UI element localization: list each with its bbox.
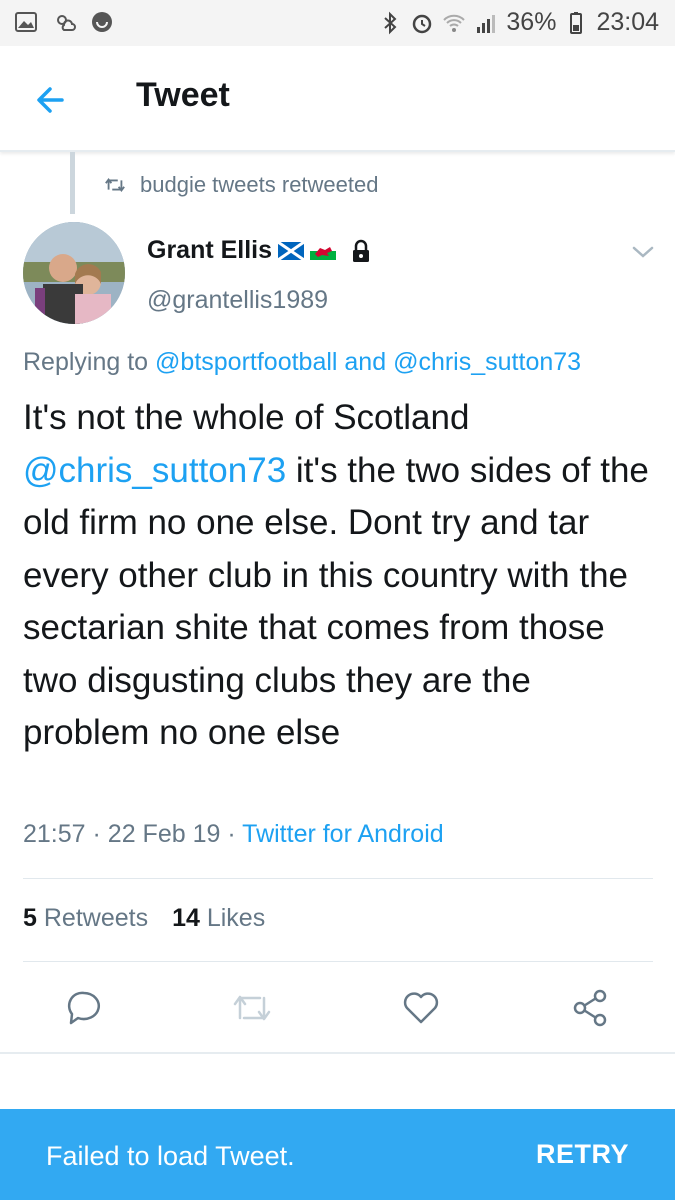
lock-icon [353, 239, 370, 262]
meta-separator: · [227, 820, 236, 848]
reply-mention-link[interactable]: @chris_sutton73 [393, 348, 581, 376]
retweet-small-icon [105, 177, 125, 193]
status-bar-right: 36% 23:04 [378, 8, 659, 37]
share-button[interactable] [560, 978, 620, 1038]
signal-icon [477, 14, 496, 33]
tweet-source-link[interactable]: Twitter for Android [242, 820, 443, 848]
divider [0, 1052, 675, 1054]
divider [23, 961, 653, 962]
retweet-context[interactable]: budgie tweets retweeted [104, 172, 379, 198]
retweets-stat[interactable]: 5 Retweets [23, 904, 148, 933]
tweet-meta: 21:57 · 22 Feb 19 · Twitter for Android [23, 820, 444, 849]
wales-flag-icon [310, 241, 337, 260]
reply-button[interactable] [54, 978, 114, 1038]
tweet-text-part: it's the two sides of the old firm no on… [23, 450, 649, 753]
author-name-row: Grant Ellis [147, 236, 372, 265]
divider [23, 878, 653, 879]
meta-separator: · [92, 820, 101, 848]
chevron-down-icon[interactable] [628, 240, 658, 264]
app-bar: Tweet [0, 46, 675, 152]
tweet-text: It's not the whole of Scotland @chris_su… [23, 392, 653, 760]
wifi-icon [443, 14, 466, 32]
bluetooth-icon [384, 11, 397, 34]
retweet-button[interactable] [222, 978, 282, 1038]
battery-icon [570, 11, 583, 34]
status-bar-left [14, 10, 114, 34]
scotland-flag-icon [278, 241, 305, 260]
tweet-date: 22 Feb 19 [107, 820, 221, 848]
replying-and[interactable]: and [344, 348, 386, 376]
app-icon [92, 12, 112, 32]
user-handle[interactable]: @grantellis1989 [147, 286, 328, 315]
like-button[interactable] [391, 978, 451, 1038]
mention-link[interactable]: @chris_sutton73 [23, 451, 286, 490]
likes-stat[interactable]: 14 Likes [172, 904, 265, 933]
display-name[interactable]: Grant Ellis [147, 236, 272, 265]
retweets-label: Retweets [43, 904, 149, 932]
page-title: Tweet [136, 76, 230, 114]
avatar-photo [23, 222, 125, 324]
retweets-count: 5 [23, 904, 37, 932]
thread-line [70, 152, 75, 214]
retweet-icon [233, 995, 271, 1021]
gallery-icon [15, 12, 37, 32]
tweet-time: 21:57 [23, 820, 86, 848]
snackbar-message: Failed to load Tweet. [46, 1141, 295, 1171]
retry-button[interactable]: RETRY [536, 1139, 629, 1170]
replying-prefix: Replying to [23, 348, 149, 376]
avatar[interactable] [23, 222, 125, 324]
share-icon [573, 989, 607, 1027]
tweet-text-part: It's not the whole of Scotland [23, 398, 470, 437]
reply-mention-link[interactable]: @btsportfootball [155, 348, 337, 376]
retweet-context-text: budgie tweets retweeted [140, 172, 379, 197]
heart-icon [403, 992, 439, 1024]
status-bar: 36% 23:04 [0, 0, 675, 46]
snackbar: Failed to load Tweet. RETRY [0, 1109, 675, 1200]
battery-percent: 36% [506, 8, 557, 36]
back-arrow-icon[interactable] [32, 80, 72, 120]
weather-icon [57, 15, 76, 31]
clock-time: 23:04 [596, 8, 659, 36]
likes-count: 14 [172, 904, 200, 932]
replying-to: Replying to @btsportfootball and @chris_… [23, 348, 581, 377]
likes-label: Likes [206, 904, 266, 932]
alarm-icon [413, 14, 432, 33]
action-bar [0, 978, 675, 1038]
tweet-stats: 5 Retweets 14 Likes [23, 904, 265, 933]
reply-icon [67, 991, 100, 1025]
